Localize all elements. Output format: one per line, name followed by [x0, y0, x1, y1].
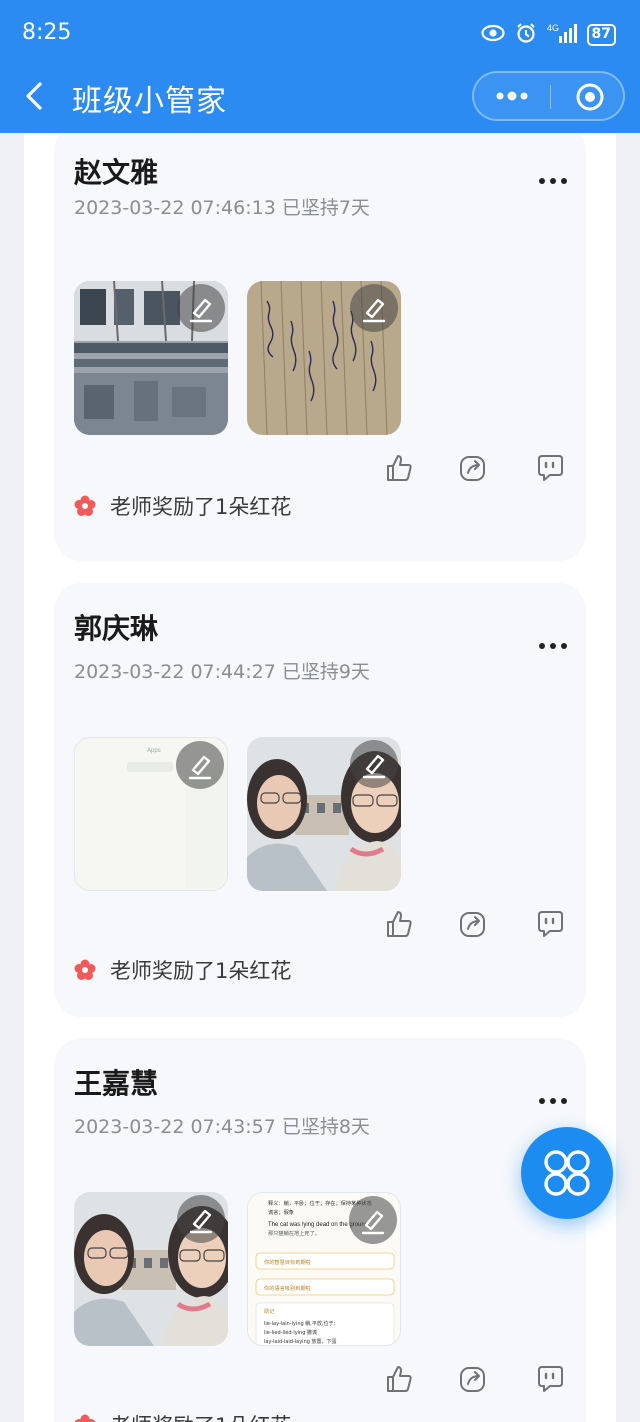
pencil-icon	[188, 755, 212, 780]
checkin-card[interactable]: 赵文雅 2023-03-22 07:46:13 已坚持7天 老师奖励了1朵红花	[54, 133, 586, 561]
more-dots-icon	[539, 643, 567, 649]
thumb-note-title: 助记	[264, 1307, 274, 1315]
grid-four-circles-icon	[544, 1150, 590, 1196]
comment-button[interactable]	[535, 909, 565, 939]
post-image[interactable]	[74, 1192, 228, 1346]
thumbs-up-icon	[387, 455, 412, 481]
student-name: 赵文雅	[74, 156, 159, 189]
reward-row: 老师奖励了1朵红花	[74, 955, 291, 985]
share-icon	[460, 456, 485, 481]
thumbs-up-icon	[387, 911, 412, 937]
reward-text: 老师奖励了1朵红花	[110, 495, 292, 519]
card-more-button[interactable]	[538, 1091, 568, 1104]
reward-row: 老师奖励了1朵红花	[74, 1410, 291, 1422]
capsule-divider	[550, 85, 551, 109]
more-dots-icon	[496, 91, 528, 101]
student-name: 王嘉慧	[74, 1067, 159, 1100]
red-flower-icon	[74, 495, 96, 516]
feed-container: 赵文雅 2023-03-22 07:46:13 已坚持7天 老师奖励了1朵红花 …	[24, 133, 616, 1422]
post-image[interactable]: 释义：躺，平卧；位于；存在；保持某种状态 谎言；假象 The cat was l…	[247, 1192, 401, 1346]
thumb-text-line: 那只猫躺在地上死了。	[268, 1229, 320, 1237]
red-flower-icon	[74, 959, 96, 980]
thumb-note: lay-laid-laid-laying 放置，下蛋	[264, 1338, 337, 1345]
reward-row: 老师奖励了1朵红花	[74, 491, 291, 521]
post-image[interactable]	[74, 281, 228, 435]
menu-fab-button[interactable]	[521, 1127, 613, 1219]
card-more-button[interactable]	[538, 171, 568, 184]
thumbs-up-icon	[387, 1366, 412, 1392]
status-bar: 8:25 4G 87	[0, 0, 640, 68]
chevron-left-icon	[26, 82, 42, 110]
page-title: 班级小管家	[72, 84, 227, 119]
red-flower-icon	[74, 1414, 96, 1422]
share-button[interactable]	[458, 453, 488, 483]
app-header: 8:25 4G 87 班级小管家	[0, 0, 640, 133]
like-button[interactable]	[384, 909, 414, 939]
thumb-note: lie-lied-lied-lying 撒谎	[264, 1329, 317, 1336]
post-image[interactable]	[247, 281, 401, 435]
thumb-chip: 你的智慧目标到期啦	[264, 1258, 311, 1266]
checkin-card[interactable]: 郭庆琳 2023-03-22 07:44:27 已坚持9天 Apps 老师奖励了…	[54, 583, 586, 1017]
edit-image-button[interactable]	[349, 1196, 397, 1244]
quote-comment-icon	[538, 911, 563, 937]
quote-comment-icon	[538, 455, 563, 481]
battery-indicator: 87	[586, 24, 616, 46]
edit-image-button[interactable]	[177, 284, 225, 332]
back-button[interactable]	[22, 80, 50, 112]
more-dots-icon	[539, 1098, 567, 1104]
more-button[interactable]	[492, 83, 532, 109]
share-icon	[460, 912, 485, 937]
post-meta: 2023-03-22 07:43:57 已坚持8天	[74, 1116, 370, 1138]
like-button[interactable]	[384, 453, 414, 483]
thumb-text-line: 谎言；假象	[268, 1208, 294, 1216]
thumb-chip: 你的语言级别到期啦	[264, 1284, 311, 1292]
status-time: 8:25	[22, 20, 72, 45]
network-label: 4G	[547, 23, 559, 33]
quote-comment-icon	[538, 1366, 563, 1392]
pencil-icon	[189, 1209, 213, 1234]
eye-icon	[480, 24, 505, 46]
card-more-button[interactable]	[538, 636, 568, 649]
signal-icon: 4G	[547, 22, 577, 48]
post-meta: 2023-03-22 07:44:27 已坚持9天	[74, 661, 370, 683]
checkin-card[interactable]: 王嘉慧 2023-03-22 07:43:57 已坚持8天 释义：躺，平卧；位于…	[54, 1038, 586, 1422]
post-image[interactable]: Apps	[74, 737, 228, 891]
comment-button[interactable]	[535, 453, 565, 483]
post-image[interactable]	[247, 737, 401, 891]
status-icons: 4G 87	[480, 22, 616, 48]
comment-button[interactable]	[535, 1364, 565, 1394]
share-icon	[460, 1367, 485, 1392]
pencil-icon	[361, 1210, 385, 1235]
edit-image-button[interactable]	[176, 741, 224, 789]
edit-image-button[interactable]	[350, 740, 398, 788]
post-meta: 2023-03-22 07:46:13 已坚持7天	[74, 197, 370, 219]
pencil-icon	[362, 754, 386, 779]
edit-image-button[interactable]	[350, 284, 398, 332]
title-bar: 班级小管家	[0, 68, 640, 128]
student-name: 郭庆琳	[74, 612, 159, 645]
edit-image-button[interactable]	[177, 1195, 225, 1243]
target-circle-icon	[576, 83, 604, 111]
close-mini-program-button[interactable]	[575, 82, 605, 112]
reward-text: 老师奖励了1朵红花	[110, 959, 292, 983]
reward-text: 老师奖励了1朵红花	[110, 1410, 291, 1422]
share-button[interactable]	[458, 909, 488, 939]
thumb-chip-text: Apps	[147, 748, 161, 754]
alarm-icon	[515, 22, 537, 48]
like-button[interactable]	[384, 1364, 414, 1394]
thumb-note: lie-lay-lain-lying 躺,平放,位于;	[264, 1320, 335, 1327]
mini-program-capsule	[472, 71, 625, 121]
pencil-icon	[362, 298, 386, 323]
share-button[interactable]	[458, 1364, 488, 1394]
more-dots-icon	[539, 178, 567, 184]
pencil-icon	[189, 298, 213, 323]
